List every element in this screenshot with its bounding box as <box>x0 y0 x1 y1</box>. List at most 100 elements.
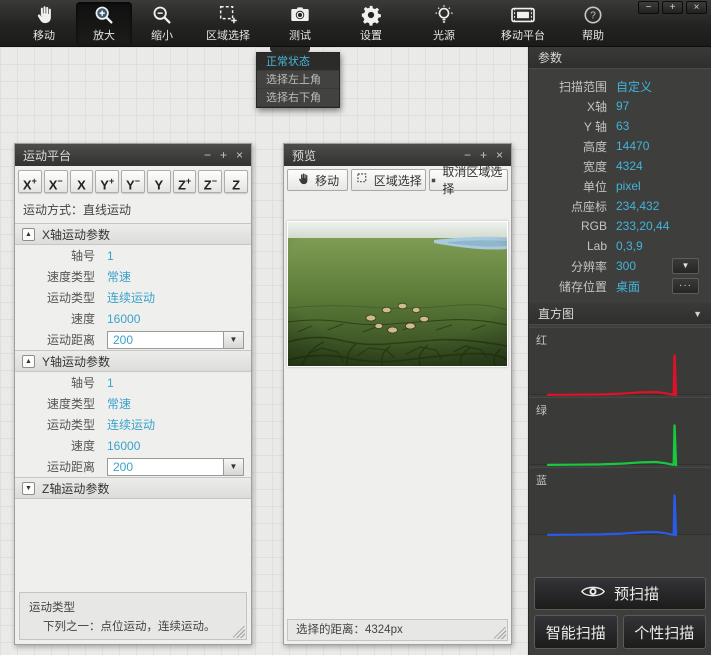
z-axis-section-header[interactable]: ▼ Z轴运动参数 <box>15 477 251 499</box>
preview-photo <box>288 222 507 366</box>
expand-icon[interactable]: ▼ <box>22 482 35 495</box>
tool-motion-platform-label: 移动平台 <box>501 27 545 43</box>
x-axis-row: X轴 97 <box>529 96 711 116</box>
resolution-row: 分辨率 300 ▼ <box>529 256 711 276</box>
menu-item-normal-state[interactable]: 正常状态 <box>257 53 339 71</box>
tool-zoom-out[interactable]: 缩小 <box>132 1 192 46</box>
y-axis-section-header[interactable]: ▲ Y轴运动参数 <box>15 350 251 372</box>
point-coord-value[interactable]: 234,432 <box>616 199 659 213</box>
menu-item-select-top-left[interactable]: 选择左上角 <box>257 71 339 89</box>
x-axis-value[interactable]: 97 <box>616 99 629 113</box>
resolution-value[interactable]: 300 <box>616 259 636 273</box>
histogram-red: 红 <box>529 327 711 395</box>
resolution-dropdown-button[interactable]: ▼ <box>672 258 699 274</box>
chevron-down-icon[interactable]: ▼ <box>223 332 243 348</box>
preview-status-bar: 选择的距离：4324px <box>287 619 508 641</box>
histogram-green-curve <box>536 420 704 468</box>
height-value[interactable]: 14470 <box>616 139 649 153</box>
custom-scan-button[interactable]: 个性扫描 <box>623 615 707 649</box>
x-motion-type-row: 运动类型 连续运动 <box>15 287 251 308</box>
motion-footer-description: 下列之一：点位运动，连续运动。 <box>29 618 237 634</box>
resize-grip[interactable] <box>233 626 245 638</box>
tool-region-select[interactable]: 区域选择 <box>192 1 264 46</box>
motion-panel-controls: − + × <box>204 144 243 166</box>
gear-icon <box>360 4 382 26</box>
preview-region-select-button[interactable]: 区域选择 <box>351 169 426 191</box>
window-close-button[interactable]: × <box>686 1 707 14</box>
scan-range-value[interactable]: 自定义 <box>616 78 652 95</box>
y-speed-value[interactable]: 16000 <box>107 439 140 453</box>
chevron-down-icon[interactable]: ▼ <box>223 459 243 475</box>
x-axis-number-value[interactable]: 1 <box>107 249 114 263</box>
tool-region-select-label: 区域选择 <box>206 27 250 43</box>
axis-y-plus-button[interactable]: Y+ <box>95 170 119 193</box>
panel-minimize-button[interactable]: − <box>204 144 211 166</box>
axis-z-plus-button[interactable]: Z+ <box>173 170 197 193</box>
preview-image-viewport[interactable] <box>287 221 508 367</box>
motion-footer-hint: 运动类型 下列之一：点位运动，连续运动。 <box>19 592 247 640</box>
menu-item-select-bottom-right[interactable]: 选择右下角 <box>257 89 339 107</box>
x-distance-combobox[interactable]: 200 ▼ <box>107 331 244 349</box>
z-axis-section-title: Z轴运动参数 <box>42 480 109 497</box>
tool-test[interactable]: 测试 <box>264 1 336 46</box>
y-axis-number-row: 轴号 1 <box>15 372 251 393</box>
y-speed-type-value[interactable]: 常速 <box>107 395 131 412</box>
y-axis-value[interactable]: 63 <box>616 119 629 133</box>
histogram-collapse-icon[interactable]: ▼ <box>693 309 702 319</box>
tool-help-label: 帮助 <box>582 27 604 43</box>
x-motion-type-value[interactable]: 连续运动 <box>107 289 155 306</box>
x-axis-section-body: 轴号 1 速度类型 常速 运动类型 连续运动 速度 16000 运动距离 200… <box>15 245 251 350</box>
tool-move[interactable]: 移动 <box>12 1 76 46</box>
tool-test-label: 测试 <box>289 27 311 43</box>
axis-x-minus-button[interactable]: X− <box>44 170 68 193</box>
axis-x-plus-button[interactable]: X+ <box>18 170 42 193</box>
width-value[interactable]: 4324 <box>616 159 643 173</box>
axis-x-button[interactable]: X <box>70 170 94 193</box>
smart-scan-button[interactable]: 智能扫描 <box>534 615 618 649</box>
preview-cancel-region-button[interactable]: 取消区域选择 <box>429 169 508 191</box>
hand-icon <box>33 4 55 26</box>
x-speed-value[interactable]: 16000 <box>107 312 140 326</box>
y-distance-combobox[interactable]: 200 ▼ <box>107 458 244 476</box>
x-axis-section-header[interactable]: ▲ X轴运动参数 <box>15 223 251 245</box>
platform-icon <box>510 4 536 26</box>
axis-y-minus-button[interactable]: Y− <box>121 170 145 193</box>
x-speed-type-value[interactable]: 常速 <box>107 268 131 285</box>
tool-light-source[interactable]: 光源 <box>406 1 482 46</box>
y-motion-type-row: 运动类型 连续运动 <box>15 414 251 435</box>
y-motion-type-value[interactable]: 连续运动 <box>107 416 155 433</box>
axis-z-button[interactable]: Z <box>224 170 248 193</box>
browse-ellipsis-button[interactable]: ··· <box>672 278 699 294</box>
collapse-icon[interactable]: ▲ <box>22 355 35 368</box>
panel-close-button[interactable]: × <box>236 144 243 166</box>
storage-location-value[interactable]: 桌面 <box>616 278 640 295</box>
scan-range-row: 扫描范围 自定义 <box>529 76 711 96</box>
panel-maximize-button[interactable]: + <box>220 144 227 166</box>
window-minimize-button[interactable]: − <box>638 1 659 14</box>
lab-value[interactable]: 0,3,9 <box>616 239 643 253</box>
x-speed-row: 速度 16000 <box>15 308 251 329</box>
rgb-value[interactable]: 233,20,44 <box>616 219 669 233</box>
storage-location-row: 储存位置 桌面 ··· <box>529 276 711 296</box>
resize-grip[interactable] <box>494 627 506 639</box>
region-select-icon <box>356 172 369 188</box>
parameters-header: 参数 <box>529 47 711 69</box>
y-axis-number-value[interactable]: 1 <box>107 376 114 390</box>
y-axis-section-title: Y轴运动参数 <box>42 353 110 370</box>
tool-settings[interactable]: 设置 <box>336 1 406 46</box>
preview-move-button[interactable]: 移动 <box>287 169 348 191</box>
unit-value[interactable]: pixel <box>616 179 641 193</box>
rgb-row: RGB 233,20,44 <box>529 216 711 236</box>
prescan-button[interactable]: 预扫描 <box>534 577 706 610</box>
light-bulb-icon <box>433 4 455 26</box>
histogram-blue-curve <box>536 490 704 538</box>
collapse-icon[interactable]: ▲ <box>22 228 35 241</box>
histogram-header: 直方图 ▼ <box>529 303 711 325</box>
axis-z-minus-button[interactable]: Z− <box>198 170 222 193</box>
tool-motion-platform[interactable]: 移动平台 <box>482 1 564 46</box>
tool-zoom-in[interactable]: 放大 <box>76 2 132 45</box>
window-maximize-button[interactable]: + <box>662 1 683 14</box>
tool-help[interactable]: ? 帮助 <box>564 1 622 46</box>
hand-icon <box>296 172 310 189</box>
axis-y-button[interactable]: Y <box>147 170 171 193</box>
